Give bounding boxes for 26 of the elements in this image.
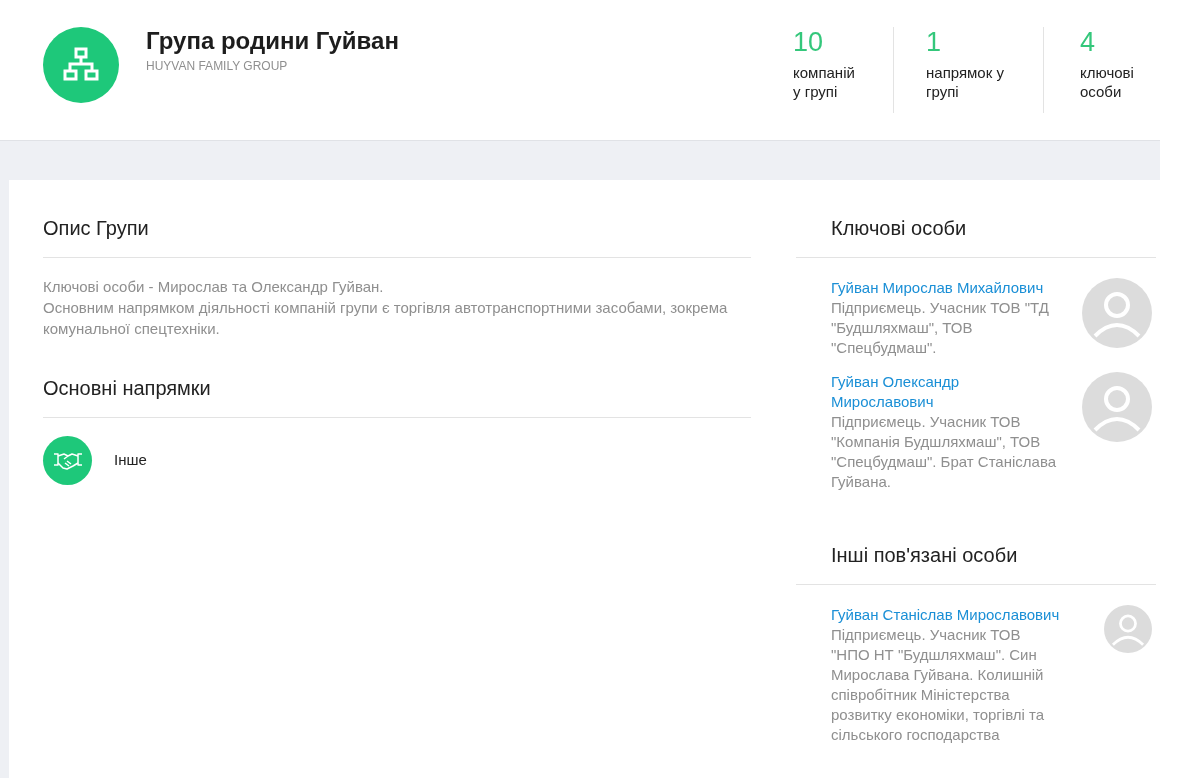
stat-number: 1 <box>926 27 943 57</box>
person-name-link[interactable]: Гуйван Мирослав Михайлович <box>831 278 1063 298</box>
stat-label: компаній у групі <box>793 63 856 101</box>
person-bio: Підприємець. Учасник ТОВ "Компанія Будшляхмаш", ТОВ "Спецбудмаш". Брат Станіслава Гуйвана. <box>831 412 1058 492</box>
stat-label: напрямок у групі <box>926 63 1005 101</box>
direction-label: Інше <box>114 450 147 471</box>
person-bio: Підприємець. Учасник ТОВ "ТД "Будшляхмаш", ТОВ "Спецбудмаш". <box>831 298 1050 358</box>
person-name-link[interactable]: Гуйван Олександр Мирославович <box>831 372 1063 412</box>
section-heading: Ключові особи <box>831 216 968 241</box>
description-text: Основним напрямком діяльності компаній групи є торгівля автотранспортними засобами, зокрема комунальної спецтехніки. <box>43 298 729 339</box>
group-title: Група родини Гуйван <box>146 27 399 55</box>
group-subtitle: HUYVAN FAMILY GROUP <box>146 58 289 75</box>
stat-label: ключові особи <box>1080 63 1135 101</box>
stat-number: 4 <box>1080 27 1097 57</box>
person-name-link[interactable]: Гуйван Станіслав Мирославович <box>831 605 1063 625</box>
section-heading: Інші пов'язані особи <box>831 543 1019 568</box>
person-bio: Підприємець. Учасник ТОВ "НПО НТ "Будшляхмаш". Син Мирослава Гуйвана. Колишній співробітник Міністерства розвитку економіки, торгівлі та сільського господарства <box>831 625 1046 745</box>
handshake-icon <box>52 450 83 471</box>
hierarchy-icon <box>63 47 99 83</box>
section-heading: Опис Групи <box>43 216 150 241</box>
stat-number: 10 <box>793 27 825 57</box>
description-text: Ключові особи - Мирослав та Олександр Гуйван. <box>43 277 385 297</box>
avatar-placeholder-icon <box>1104 605 1152 653</box>
avatar-placeholder-icon <box>1082 278 1152 348</box>
avatar-placeholder-icon <box>1082 372 1152 442</box>
section-heading: Основні напрямки <box>43 376 212 401</box>
